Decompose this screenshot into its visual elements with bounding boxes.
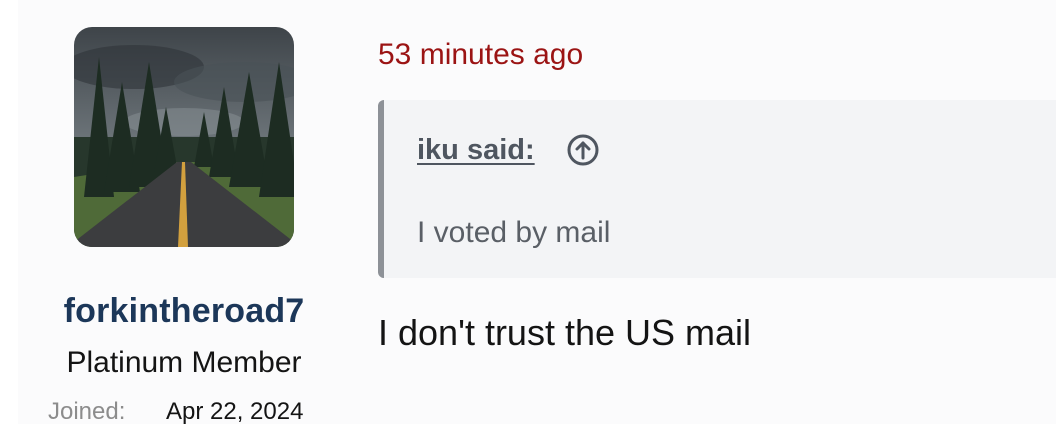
message-post: forkintheroad7 Platinum Member Joined: A… bbox=[0, 0, 1056, 424]
user-avatar[interactable] bbox=[74, 27, 294, 247]
post-message: I don't trust the US mail bbox=[378, 312, 752, 353]
username-link[interactable]: forkintheroad7 bbox=[0, 292, 368, 331]
quote-block: iku said: I voted by mail bbox=[378, 100, 1056, 278]
quote-text: I voted by mail bbox=[417, 216, 611, 249]
forest-road-image bbox=[74, 27, 294, 247]
joined-date: Apr 22, 2024 bbox=[166, 398, 304, 424]
joined-label: Joined: bbox=[48, 398, 126, 424]
quote-author-link[interactable]: iku said: bbox=[417, 134, 535, 167]
post-timestamp[interactable]: 53 minutes ago bbox=[378, 38, 583, 72]
user-title: Platinum Member bbox=[66, 346, 302, 379]
arrow-up-circle-icon[interactable] bbox=[566, 133, 600, 167]
